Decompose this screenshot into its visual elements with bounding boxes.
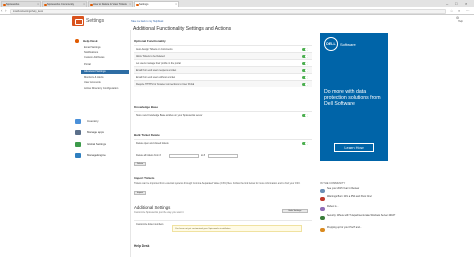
hide-settings-button[interactable]: Hide Settings bbox=[282, 209, 308, 213]
avatar bbox=[320, 188, 325, 193]
back-to-helpdesk-link[interactable]: Take me back to my HelpDesk bbox=[131, 20, 163, 23]
customize-notice: You have not yet customized your Spicewo… bbox=[172, 225, 302, 232]
settings-sidebar: Help Desk Email Settings Notifications C… bbox=[71, 30, 131, 257]
sidebar-item-advanced-settings[interactable]: Advanced Settings bbox=[81, 70, 129, 74]
import-tickets-header: Import Tickets bbox=[134, 176, 155, 180]
manage-apps-icon bbox=[75, 130, 81, 135]
avatar bbox=[320, 196, 325, 201]
setting-row: Require HTTPS for browser connections to… bbox=[134, 80, 312, 87]
sidebar-item-email-settings[interactable]: Email Settings bbox=[81, 46, 129, 50]
ticket-from-input[interactable] bbox=[169, 154, 199, 158]
content-title: Additional Functionality Settings and Ac… bbox=[133, 26, 232, 32]
community-item[interactable]: Prepping up for your PreIT and... bbox=[320, 226, 400, 233]
close-window-icon[interactable]: × bbox=[465, 0, 467, 7]
address-bar: ‹ › localhost/settings/help_desk ☆ ≡ ⋯ bbox=[0, 7, 474, 15]
more-icon[interactable]: ⋯ bbox=[466, 8, 470, 14]
sidebar-item-active-directory[interactable]: Active Directory Configuration bbox=[81, 87, 125, 90]
help-desk-icon bbox=[75, 39, 79, 43]
community-item[interactable]: See your 2015 Year In Review bbox=[320, 187, 400, 194]
additional-settings-subtitle: Customize Spiceworks just the way you wa… bbox=[134, 211, 184, 214]
toggle-switch[interactable] bbox=[302, 141, 308, 146]
favicon-icon bbox=[44, 3, 47, 6]
community-item[interactable]: Warnings Burn: Win a PS4 and Xbox One! bbox=[320, 195, 400, 202]
toggle-switch[interactable] bbox=[302, 113, 308, 118]
toggle-switch[interactable] bbox=[302, 47, 308, 52]
import-button[interactable]: Import bbox=[134, 191, 146, 195]
ad-message: Do more with data protection solutions f… bbox=[324, 89, 381, 107]
dell-advertisement[interactable]: DELL Software Do more with data protecti… bbox=[320, 33, 388, 161]
bulk-ticket-delete-header: Bulk Ticket Delete bbox=[134, 133, 160, 137]
toggle-switch[interactable] bbox=[302, 68, 308, 73]
setting-row: Let users manage their profile in the po… bbox=[134, 59, 312, 66]
toggle-switch[interactable] bbox=[302, 61, 308, 66]
community-item[interactable]: Ruben is... bbox=[320, 205, 400, 212]
global-settings-icon bbox=[75, 142, 81, 147]
setting-row: Allow Tickets to be Deleted bbox=[134, 52, 312, 59]
help-link[interactable]: Help bbox=[458, 20, 463, 24]
inventory-icon bbox=[75, 119, 81, 124]
maximize-icon[interactable]: □ bbox=[455, 0, 457, 7]
sidebar-item-portal[interactable]: Portal bbox=[81, 63, 129, 67]
favicon-icon bbox=[3, 3, 6, 6]
page-title: Settings bbox=[86, 18, 105, 24]
sidebar-item-custom-attributes[interactable]: Custom Attributes bbox=[81, 56, 129, 60]
spiceworks-logo-icon[interactable] bbox=[72, 16, 84, 26]
sidebar-section-inventory[interactable]: Inventory bbox=[71, 117, 131, 126]
optional-functionality-header: Optional Functionality bbox=[134, 39, 166, 43]
delete-tickets-button[interactable]: Delete bbox=[134, 162, 146, 166]
minimize-icon[interactable]: – bbox=[446, 0, 448, 7]
sidebar-section-manageengine[interactable]: ManageEngine bbox=[71, 151, 131, 160]
dell-logo: DELL bbox=[324, 37, 338, 51]
setting-row: Delete open and closed tickets bbox=[134, 139, 312, 146]
favorite-star-icon[interactable]: ☆ bbox=[450, 8, 453, 14]
browser-tab-bar: Spiceworks × Spiceworks Community × How … bbox=[0, 0, 474, 7]
menu-icon[interactable]: ≡ bbox=[458, 8, 460, 14]
sidebar-item-monitors-alerts[interactable]: Monitors & Alerts bbox=[81, 76, 129, 80]
ad-brand-sub: Software bbox=[340, 42, 356, 47]
toggle-switch[interactable] bbox=[302, 82, 308, 87]
favicon-icon bbox=[90, 3, 93, 6]
community-panel: IN THE COMMUNITY See your 2015 Year In R… bbox=[320, 182, 400, 257]
forward-icon[interactable]: › bbox=[5, 8, 7, 14]
to-label: to # bbox=[201, 154, 205, 157]
community-header: IN THE COMMUNITY bbox=[320, 182, 346, 185]
settings-content: Additional Functionality Settings and Ac… bbox=[132, 25, 314, 257]
manageengine-icon bbox=[75, 153, 81, 158]
sidebar-section-manage-apps[interactable]: Manage apps bbox=[71, 128, 131, 137]
knowledge-base-header: Knowledge Base bbox=[134, 105, 159, 109]
community-item[interactable]: Security: Where will IT departments take… bbox=[320, 214, 400, 221]
avatar bbox=[320, 215, 325, 220]
sidebar-item-user-accounts[interactable]: User Accounts bbox=[81, 81, 129, 85]
setting-row: Email from end users reopens a ticket bbox=[134, 66, 312, 73]
setting-row: Email from end users without a ticket bbox=[134, 73, 312, 80]
learn-how-button[interactable]: Learn How bbox=[334, 143, 374, 152]
setting-row: Store new Knowledge Base articles on you… bbox=[134, 111, 312, 118]
ticket-to-input[interactable] bbox=[208, 154, 238, 158]
help-desk-section-title: Help Desk bbox=[134, 244, 150, 248]
setting-row: Auto-Assign Tickets on Comments bbox=[134, 45, 312, 52]
avatar bbox=[320, 206, 325, 211]
additional-settings-title: Additional Settings bbox=[134, 205, 171, 210]
sidebar-header-help-desk[interactable]: Help Desk bbox=[71, 38, 131, 44]
toggle-switch[interactable] bbox=[302, 75, 308, 80]
toggle-switch[interactable] bbox=[302, 54, 308, 59]
import-tickets-description: Tickets can be imported from external sy… bbox=[134, 182, 301, 185]
top-link-bar: Take me back to my HelpDesk Help bbox=[131, 20, 471, 24]
back-icon[interactable]: ‹ bbox=[1, 8, 3, 14]
sidebar-section-global-settings[interactable]: Global Settings bbox=[71, 140, 131, 149]
favicon-icon bbox=[136, 3, 139, 6]
url-field[interactable]: localhost/settings/help_desk bbox=[10, 8, 446, 14]
page-left-gutter bbox=[0, 15, 70, 257]
avatar bbox=[320, 227, 325, 232]
sidebar-item-notifications[interactable]: Notifications bbox=[81, 51, 129, 55]
